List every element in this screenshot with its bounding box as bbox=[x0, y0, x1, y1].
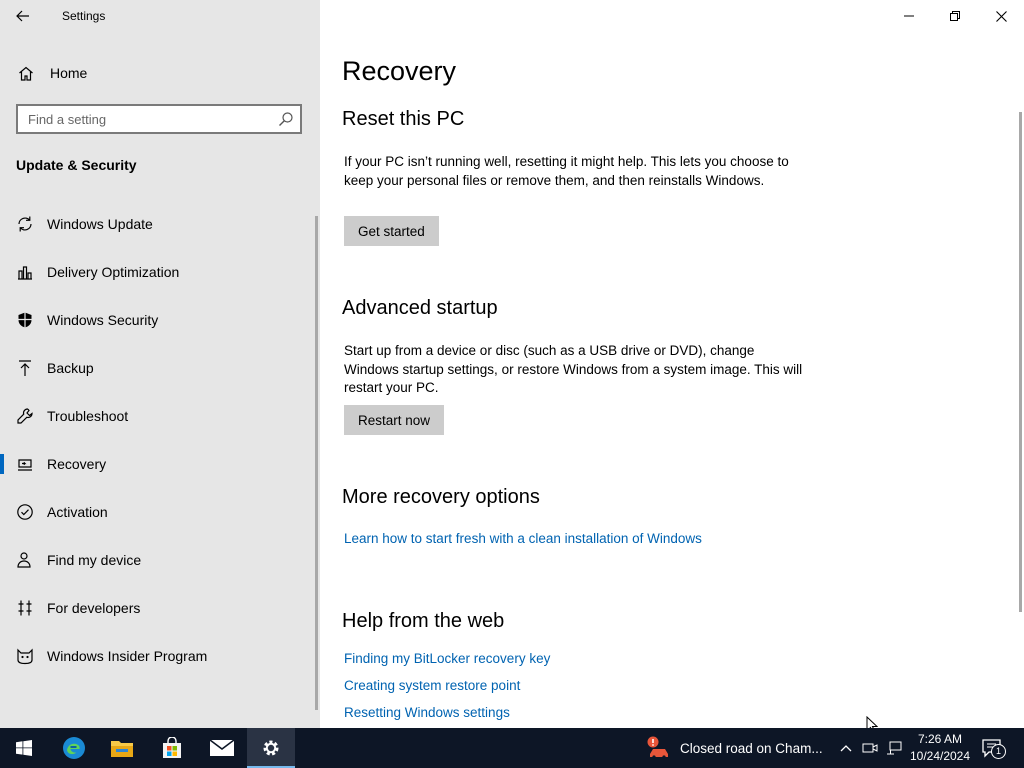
shield-icon bbox=[16, 311, 34, 329]
back-button[interactable] bbox=[10, 6, 36, 26]
nav-list: Windows Update Delivery Optimization Win… bbox=[0, 200, 316, 680]
sidebar-item-recovery[interactable]: Recovery bbox=[0, 440, 316, 488]
restore-icon bbox=[950, 11, 960, 21]
sidebar-item-windows-insider-program[interactable]: Windows Insider Program bbox=[0, 632, 316, 680]
meet-now-button[interactable] bbox=[860, 738, 880, 758]
wrench-icon bbox=[16, 407, 34, 425]
taskbar: Closed road on Cham... 7:26 AM 10/24/202… bbox=[0, 728, 1024, 768]
clean-install-link[interactable]: Learn how to start fresh with a clean in… bbox=[344, 531, 702, 546]
person-location-icon bbox=[16, 551, 34, 569]
sidebar-item-label: For developers bbox=[47, 600, 141, 616]
sidebar-item-label: Windows Security bbox=[47, 312, 159, 328]
back-arrow-icon bbox=[16, 10, 29, 22]
search-placeholder: Find a setting bbox=[28, 112, 107, 127]
camera-icon bbox=[862, 743, 878, 753]
taskbar-file-explorer[interactable] bbox=[98, 728, 146, 768]
taskbar-mail[interactable] bbox=[198, 728, 246, 768]
sidebar-item-label: Backup bbox=[47, 360, 94, 376]
title-bar: Settings bbox=[0, 0, 320, 32]
check-circle-icon bbox=[16, 503, 34, 521]
advanced-startup-description: Start up from a device or disc (such as … bbox=[344, 343, 803, 395]
help-heading: Help from the web bbox=[342, 610, 505, 632]
sidebar-item-find-my-device[interactable]: Find my device bbox=[0, 536, 316, 584]
main-content: Recovery Reset this PC If your PC isn’t … bbox=[320, 0, 1024, 734]
recovery-icon bbox=[16, 455, 34, 473]
insider-cat-icon bbox=[16, 647, 34, 665]
sidebar-item-label: Troubleshoot bbox=[47, 408, 129, 424]
file-explorer-icon bbox=[111, 741, 133, 757]
sidebar-item-windows-security[interactable]: Windows Security bbox=[0, 296, 316, 344]
mail-icon bbox=[209, 739, 235, 756]
start-icon bbox=[16, 740, 32, 756]
search-input[interactable]: Find a setting bbox=[16, 104, 302, 134]
developer-icon bbox=[16, 599, 34, 617]
bitlocker-link[interactable]: Finding my BitLocker recovery key bbox=[344, 651, 550, 666]
clock-time: 7:26 AM bbox=[917, 732, 963, 746]
action-center-button[interactable]: 1 bbox=[980, 736, 1006, 760]
clock-date: 10/24/2024 bbox=[909, 749, 971, 763]
show-hidden-icons-button[interactable] bbox=[836, 738, 856, 758]
get-started-button[interactable]: Get started bbox=[344, 216, 439, 246]
sidebar-item-label: Find my device bbox=[47, 552, 142, 568]
news-text: Closed road on Cham... bbox=[680, 740, 823, 756]
search-icon bbox=[279, 112, 293, 126]
sidebar-item-windows-update[interactable]: Windows Update bbox=[0, 200, 316, 248]
advanced-startup-heading: Advanced startup bbox=[342, 297, 498, 319]
network-icon bbox=[887, 741, 902, 755]
sidebar-item-delivery-optimization[interactable]: Delivery Optimization bbox=[0, 248, 316, 296]
backup-icon bbox=[16, 359, 34, 377]
more-options-heading: More recovery options bbox=[342, 486, 540, 508]
sidebar-item-backup[interactable]: Backup bbox=[0, 344, 316, 392]
sidebar-item-activation[interactable]: Activation bbox=[0, 488, 316, 536]
restore-button[interactable] bbox=[932, 0, 978, 32]
restore-point-link[interactable]: Creating system restore point bbox=[344, 678, 520, 693]
chevron-up-icon bbox=[840, 745, 852, 752]
sidebar-scrollbar[interactable] bbox=[315, 216, 318, 710]
store-icon bbox=[163, 737, 181, 758]
home-icon bbox=[16, 66, 36, 81]
main-scrollbar[interactable] bbox=[1019, 112, 1022, 612]
settings-sidebar: Settings Home Find a setting Update & Se… bbox=[0, 0, 320, 728]
sidebar-item-label: Windows Insider Program bbox=[47, 648, 208, 664]
road-closure-icon bbox=[647, 736, 668, 759]
taskbar-settings[interactable] bbox=[247, 728, 295, 768]
start-button[interactable] bbox=[0, 728, 48, 768]
minimize-icon bbox=[904, 15, 914, 17]
sidebar-item-label: Recovery bbox=[47, 456, 107, 472]
page-title: Recovery bbox=[342, 56, 457, 86]
sidebar-item-label: Windows Update bbox=[47, 216, 153, 232]
close-icon bbox=[995, 10, 1007, 22]
news-widget[interactable]: Closed road on Cham... bbox=[646, 728, 823, 768]
sidebar-item-label: Activation bbox=[47, 504, 108, 520]
taskbar-store[interactable] bbox=[148, 728, 196, 768]
notification-count: 1 bbox=[991, 744, 1006, 759]
taskbar-edge[interactable] bbox=[50, 728, 98, 768]
section-heading: Update & Security bbox=[16, 157, 137, 173]
system-clock[interactable]: 7:26 AM 10/24/2024 bbox=[905, 731, 975, 765]
refresh-icon bbox=[16, 215, 34, 233]
nav-home-label: Home bbox=[50, 65, 88, 81]
nav-home[interactable]: Home bbox=[16, 62, 306, 84]
reset-settings-link[interactable]: Resetting Windows settings bbox=[344, 705, 510, 720]
reset-heading: Reset this PC bbox=[342, 108, 465, 130]
reset-description: If your PC isn’t running well, resetting… bbox=[344, 154, 789, 188]
app-title: Settings bbox=[62, 9, 106, 23]
sidebar-item-troubleshoot[interactable]: Troubleshoot bbox=[0, 392, 316, 440]
sidebar-item-label: Delivery Optimization bbox=[47, 264, 180, 280]
close-button[interactable] bbox=[978, 0, 1024, 32]
minimize-button[interactable] bbox=[886, 0, 932, 32]
sidebar-item-for-developers[interactable]: For developers bbox=[0, 584, 316, 632]
delivery-optimization-icon bbox=[16, 263, 34, 281]
edge-icon bbox=[63, 737, 85, 759]
network-button[interactable] bbox=[884, 738, 904, 758]
restart-now-button[interactable]: Restart now bbox=[344, 405, 445, 435]
settings-icon bbox=[263, 740, 279, 756]
